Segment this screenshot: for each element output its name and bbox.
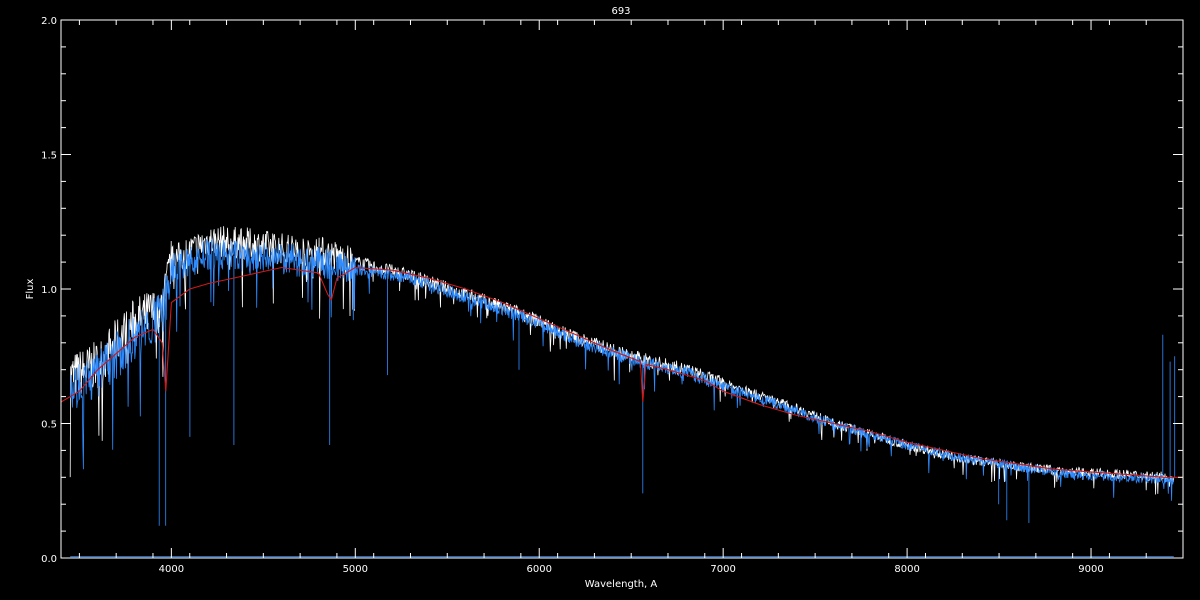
axes: 4000 5000 6000 7000 8000 9000 0.0 0.5 1.0 1.5 2.0 — [41, 16, 1184, 575]
y-axis-title: Flux — [25, 279, 36, 300]
series-line-2 — [61, 266, 1183, 478]
x-axis-title: Wavelength, A — [585, 579, 658, 590]
x-tick-label: 6000 — [527, 564, 552, 575]
x-tick-label: 9000 — [1078, 564, 1103, 575]
plot-area — [61, 226, 1183, 558]
x-tick-label: 4000 — [159, 564, 184, 575]
spectrum-chart: 693 Wavelength, A Flux 4000 5000 6000 7000 8… — [0, 0, 1200, 600]
x-tick-label: 5000 — [343, 564, 368, 575]
y-tick-label: 0.5 — [41, 420, 57, 431]
y-tick-label: 1.0 — [41, 285, 57, 296]
x-tick-label: 7000 — [710, 564, 735, 575]
y-tick-label: 0.0 — [41, 554, 57, 565]
y-tick-label: 2.0 — [41, 16, 57, 27]
plot-frame — [60, 19, 1184, 559]
x-tick-label: 8000 — [894, 564, 919, 575]
y-tick-label: 1.5 — [41, 151, 57, 162]
series-line-1 — [69, 238, 1176, 526]
chart-title: 693 — [611, 6, 630, 17]
spectrum-plot: 693 Wavelength, A Flux 4000 5000 6000 7000 8… — [25, 6, 1184, 590]
